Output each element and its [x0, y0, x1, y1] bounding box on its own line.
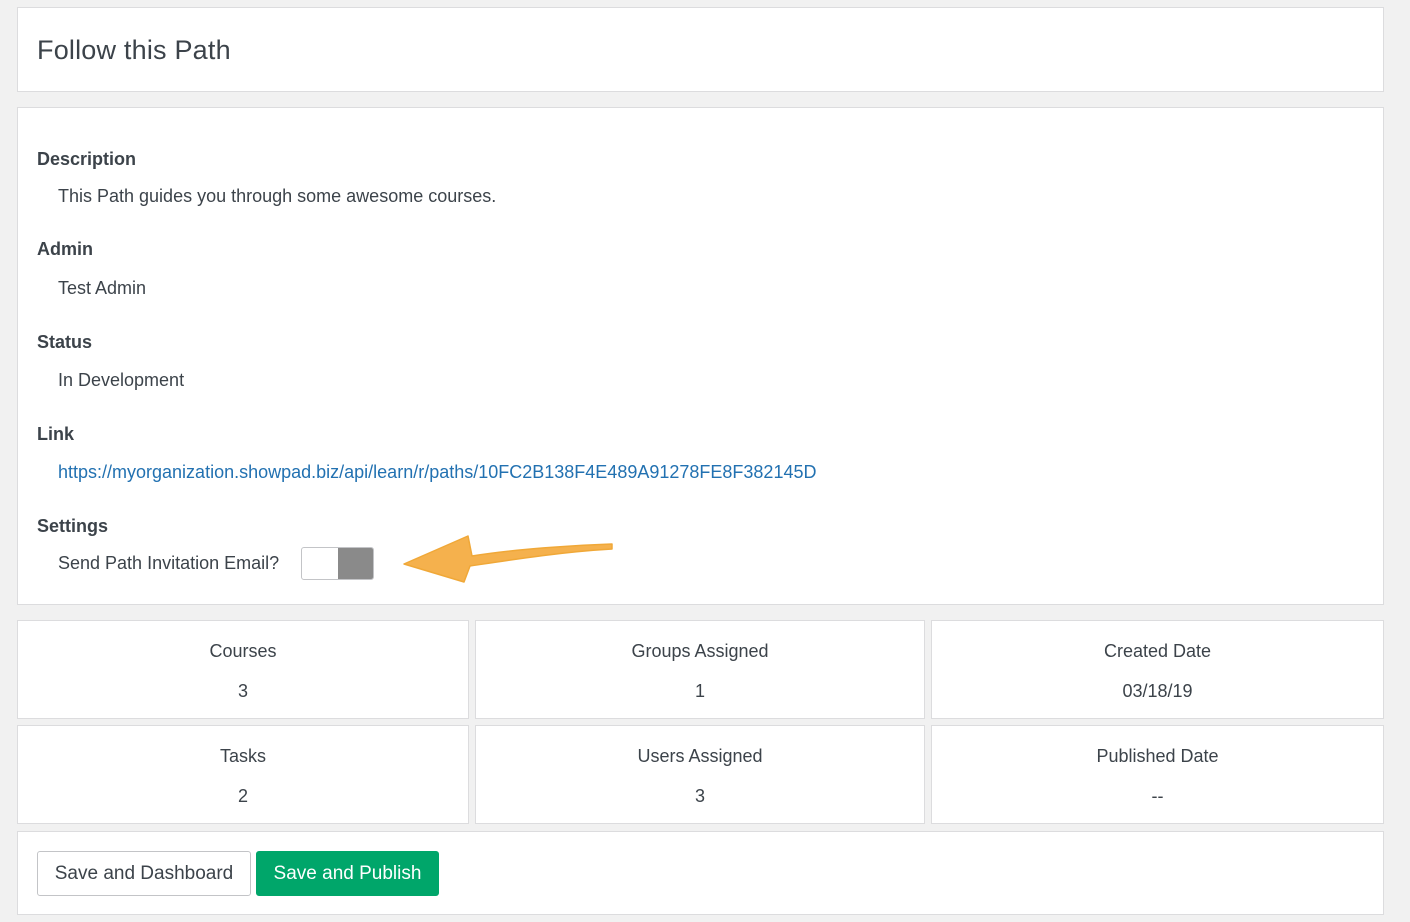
description-label: Description	[37, 149, 137, 169]
stat-value: 3	[694, 786, 705, 806]
stat-card-courses: Courses 3	[17, 620, 469, 719]
stat-label: Created Date	[1103, 641, 1212, 661]
stat-value: 2	[237, 786, 248, 806]
actions-panel: Save and Dashboard Save and Publish	[17, 831, 1384, 915]
invitation-email-label: Send Path Invitation Email?	[58, 553, 280, 573]
stat-value: --	[1151, 786, 1164, 806]
stat-card-published-date: Published Date --	[931, 725, 1384, 824]
stat-value: 1	[694, 681, 705, 701]
page-title: Follow this Path	[37, 35, 231, 65]
stat-label: Courses	[209, 641, 277, 661]
stat-label: Users Assigned	[637, 746, 763, 766]
stat-label: Groups Assigned	[631, 641, 769, 661]
path-link[interactable]: https://myorganization.showpad.biz/api/l…	[58, 462, 816, 483]
invitation-email-toggle[interactable]	[301, 547, 374, 580]
settings-label: Settings	[37, 516, 109, 536]
path-details-panel: Description This Path guides you through…	[17, 107, 1384, 605]
save-and-publish-button[interactable]: Save and Publish	[256, 851, 439, 896]
stat-card-created-date: Created Date 03/18/19	[931, 620, 1384, 719]
stat-card-groups-assigned: Groups Assigned 1	[475, 620, 925, 719]
toggle-knob	[338, 548, 373, 579]
stat-value: 03/18/19	[1122, 681, 1193, 701]
arrow-left-icon	[403, 535, 613, 583]
save-and-dashboard-button[interactable]: Save and Dashboard	[37, 851, 251, 896]
stat-label: Published Date	[1096, 746, 1219, 766]
admin-label: Admin	[37, 239, 93, 259]
description-value: This Path guides you through some awesom…	[58, 186, 497, 206]
status-value: In Development	[58, 370, 185, 390]
admin-value: Test Admin	[58, 278, 147, 298]
link-label: Link	[37, 424, 75, 444]
title-panel: Follow this Path	[17, 7, 1384, 92]
status-label: Status	[37, 332, 93, 352]
stat-label: Tasks	[219, 746, 266, 766]
stat-card-tasks: Tasks 2	[17, 725, 469, 824]
stat-card-users-assigned: Users Assigned 3	[475, 725, 925, 824]
stat-value: 3	[237, 681, 248, 701]
